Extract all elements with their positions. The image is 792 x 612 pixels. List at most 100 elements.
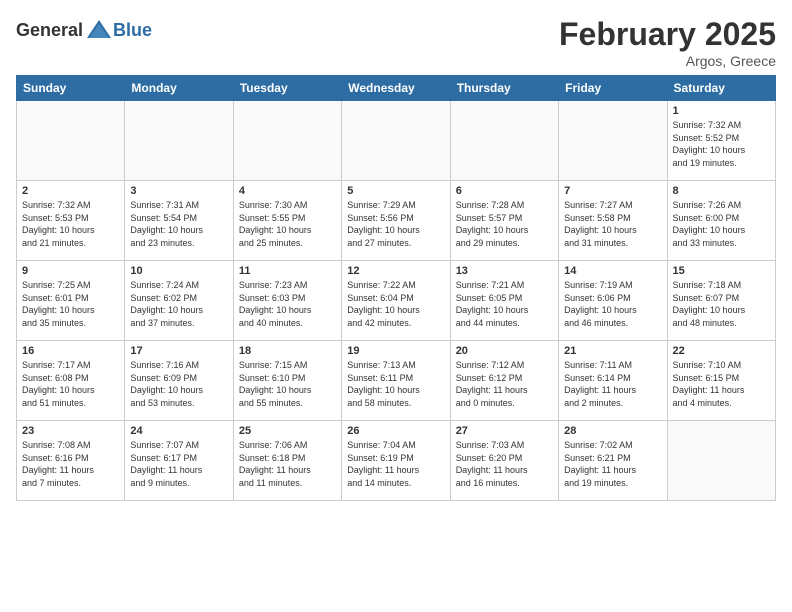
week-row-3: 9 Sunrise: 7:25 AM Sunset: 6:01 PM Daylig… <box>17 261 776 341</box>
day-info: Sunrise: 7:21 AM Sunset: 6:05 PM Dayligh… <box>456 279 553 329</box>
day-info: Sunrise: 7:15 AM Sunset: 6:10 PM Dayligh… <box>239 359 336 409</box>
weekday-header-sunday: Sunday <box>17 76 125 101</box>
logo-icon <box>85 16 113 44</box>
day-number: 6 <box>456 185 553 197</box>
day-info: Sunrise: 7:26 AM Sunset: 6:00 PM Dayligh… <box>673 199 770 249</box>
day-info: Sunrise: 7:17 AM Sunset: 6:08 PM Dayligh… <box>22 359 119 409</box>
day-info: Sunrise: 7:32 AM Sunset: 5:53 PM Dayligh… <box>22 199 119 249</box>
calendar-cell: 23Sunrise: 7:08 AM Sunset: 6:16 PM Dayli… <box>17 421 125 501</box>
weekday-header-saturday: Saturday <box>667 76 775 101</box>
day-info: Sunrise: 7:23 AM Sunset: 6:03 PM Dayligh… <box>239 279 336 329</box>
calendar-cell: 27Sunrise: 7:03 AM Sunset: 6:20 PM Dayli… <box>450 421 558 501</box>
day-info: Sunrise: 7:29 AM Sunset: 5:56 PM Dayligh… <box>347 199 444 249</box>
day-info: Sunrise: 7:16 AM Sunset: 6:09 PM Dayligh… <box>130 359 227 409</box>
day-number: 10 <box>130 265 227 277</box>
day-info: Sunrise: 7:18 AM Sunset: 6:07 PM Dayligh… <box>673 279 770 329</box>
calendar-cell: 9 Sunrise: 7:25 AM Sunset: 6:01 PM Daylig… <box>17 261 125 341</box>
calendar-cell: 4 Sunrise: 7:30 AM Sunset: 5:55 PM Daylig… <box>233 181 341 261</box>
day-info: Sunrise: 7:32 AM Sunset: 5:52 PM Dayligh… <box>673 119 770 169</box>
calendar-cell: 1 Sunrise: 7:32 AM Sunset: 5:52 PM Daylig… <box>667 101 775 181</box>
day-info: Sunrise: 7:27 AM Sunset: 5:58 PM Dayligh… <box>564 199 661 249</box>
day-number: 14 <box>564 265 661 277</box>
calendar-cell: 28 Sunrise: 7:02 AM Sunset: 6:21 PM Dayli… <box>559 421 667 501</box>
day-info: Sunrise: 7:07 AM Sunset: 6:17 PM Dayligh… <box>130 439 227 489</box>
day-number: 22 <box>673 345 770 357</box>
calendar-cell: 21 Sunrise: 7:11 AM Sunset: 6:14 PM Dayli… <box>559 341 667 421</box>
day-number: 21 <box>564 345 661 357</box>
day-number: 11 <box>239 265 336 277</box>
day-number: 9 <box>22 265 119 277</box>
calendar-cell <box>450 101 558 181</box>
day-number: 26 <box>347 425 444 437</box>
day-info: Sunrise: 7:30 AM Sunset: 5:55 PM Dayligh… <box>239 199 336 249</box>
calendar-cell: 24 Sunrise: 7:07 AM Sunset: 6:17 PM Dayli… <box>125 421 233 501</box>
page-header: General Blue February 2025 Argos, Greece <box>16 16 776 69</box>
month-title: February 2025 <box>559 16 776 53</box>
calendar-cell: 13 Sunrise: 7:21 AM Sunset: 6:05 PM Dayli… <box>450 261 558 341</box>
day-number: 24 <box>130 425 227 437</box>
day-number: 15 <box>673 265 770 277</box>
calendar-cell: 17 Sunrise: 7:16 AM Sunset: 6:09 PM Dayli… <box>125 341 233 421</box>
day-info: Sunrise: 7:02 AM Sunset: 6:21 PM Dayligh… <box>564 439 661 489</box>
day-number: 13 <box>456 265 553 277</box>
calendar-cell: 19 Sunrise: 7:13 AM Sunset: 6:11 PM Dayli… <box>342 341 450 421</box>
day-number: 2 <box>22 185 119 197</box>
week-row-4: 16 Sunrise: 7:17 AM Sunset: 6:08 PM Dayli… <box>17 341 776 421</box>
calendar-cell <box>667 421 775 501</box>
calendar-cell: 8Sunrise: 7:26 AM Sunset: 6:00 PM Daylig… <box>667 181 775 261</box>
calendar-cell: 11 Sunrise: 7:23 AM Sunset: 6:03 PM Dayli… <box>233 261 341 341</box>
day-info: Sunrise: 7:13 AM Sunset: 6:11 PM Dayligh… <box>347 359 444 409</box>
day-info: Sunrise: 7:19 AM Sunset: 6:06 PM Dayligh… <box>564 279 661 329</box>
location: Argos, Greece <box>559 53 776 69</box>
day-number: 20 <box>456 345 553 357</box>
day-info: Sunrise: 7:24 AM Sunset: 6:02 PM Dayligh… <box>130 279 227 329</box>
weekday-header-friday: Friday <box>559 76 667 101</box>
calendar-cell: 12 Sunrise: 7:22 AM Sunset: 6:04 PM Dayli… <box>342 261 450 341</box>
calendar-cell: 3 Sunrise: 7:31 AM Sunset: 5:54 PM Daylig… <box>125 181 233 261</box>
day-info: Sunrise: 7:12 AM Sunset: 6:12 PM Dayligh… <box>456 359 553 409</box>
logo: General Blue <box>16 16 152 44</box>
day-info: Sunrise: 7:11 AM Sunset: 6:14 PM Dayligh… <box>564 359 661 409</box>
day-number: 16 <box>22 345 119 357</box>
calendar-cell: 22Sunrise: 7:10 AM Sunset: 6:15 PM Dayli… <box>667 341 775 421</box>
day-number: 3 <box>130 185 227 197</box>
calendar-cell: 15 Sunrise: 7:18 AM Sunset: 6:07 PM Dayli… <box>667 261 775 341</box>
day-number: 17 <box>130 345 227 357</box>
week-row-5: 23Sunrise: 7:08 AM Sunset: 6:16 PM Dayli… <box>17 421 776 501</box>
logo-general-text: General <box>16 20 83 41</box>
day-number: 19 <box>347 345 444 357</box>
calendar-cell <box>342 101 450 181</box>
calendar-cell <box>125 101 233 181</box>
calendar-cell: 25Sunrise: 7:06 AM Sunset: 6:18 PM Dayli… <box>233 421 341 501</box>
calendar-cell: 14 Sunrise: 7:19 AM Sunset: 6:06 PM Dayli… <box>559 261 667 341</box>
day-number: 18 <box>239 345 336 357</box>
calendar-cell: 2 Sunrise: 7:32 AM Sunset: 5:53 PM Daylig… <box>17 181 125 261</box>
title-block: February 2025 Argos, Greece <box>559 16 776 69</box>
day-info: Sunrise: 7:28 AM Sunset: 5:57 PM Dayligh… <box>456 199 553 249</box>
day-number: 1 <box>673 105 770 117</box>
calendar-cell <box>559 101 667 181</box>
weekday-header-thursday: Thursday <box>450 76 558 101</box>
calendar-cell: 18 Sunrise: 7:15 AM Sunset: 6:10 PM Dayli… <box>233 341 341 421</box>
day-info: Sunrise: 7:04 AM Sunset: 6:19 PM Dayligh… <box>347 439 444 489</box>
day-info: Sunrise: 7:25 AM Sunset: 6:01 PM Dayligh… <box>22 279 119 329</box>
day-number: 7 <box>564 185 661 197</box>
day-info: Sunrise: 7:31 AM Sunset: 5:54 PM Dayligh… <box>130 199 227 249</box>
day-number: 28 <box>564 425 661 437</box>
day-number: 12 <box>347 265 444 277</box>
calendar-cell: 16 Sunrise: 7:17 AM Sunset: 6:08 PM Dayli… <box>17 341 125 421</box>
day-info: Sunrise: 7:22 AM Sunset: 6:04 PM Dayligh… <box>347 279 444 329</box>
day-number: 25 <box>239 425 336 437</box>
calendar-cell: 7 Sunrise: 7:27 AM Sunset: 5:58 PM Daylig… <box>559 181 667 261</box>
calendar-cell <box>17 101 125 181</box>
day-number: 4 <box>239 185 336 197</box>
week-row-1: 1 Sunrise: 7:32 AM Sunset: 5:52 PM Daylig… <box>17 101 776 181</box>
weekday-header-row: SundayMondayTuesdayWednesdayThursdayFrid… <box>17 76 776 101</box>
calendar-cell: 26 Sunrise: 7:04 AM Sunset: 6:19 PM Dayli… <box>342 421 450 501</box>
calendar-cell <box>233 101 341 181</box>
calendar-cell: 6 Sunrise: 7:28 AM Sunset: 5:57 PM Daylig… <box>450 181 558 261</box>
calendar-cell: 10 Sunrise: 7:24 AM Sunset: 6:02 PM Dayli… <box>125 261 233 341</box>
day-info: Sunrise: 7:03 AM Sunset: 6:20 PM Dayligh… <box>456 439 553 489</box>
week-row-2: 2 Sunrise: 7:32 AM Sunset: 5:53 PM Daylig… <box>17 181 776 261</box>
calendar-cell: 5Sunrise: 7:29 AM Sunset: 5:56 PM Daylig… <box>342 181 450 261</box>
